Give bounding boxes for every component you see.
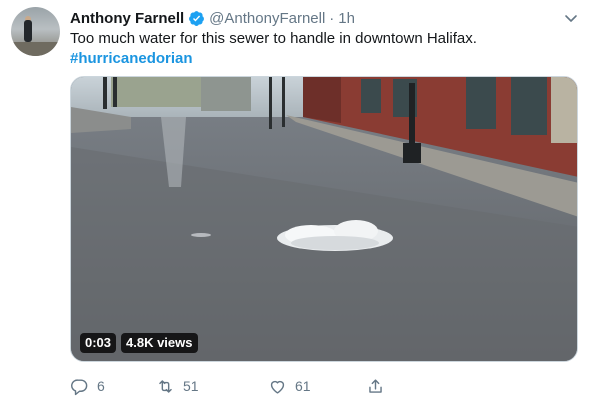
tweet-actions: 6 51 61 [70, 375, 400, 397]
video-duration-badge: 0:03 [80, 333, 117, 353]
heart-icon [270, 380, 285, 394]
share-icon [369, 378, 382, 393]
verified-badge-icon [188, 10, 205, 27]
chevron-down-icon[interactable] [563, 10, 579, 26]
like-count: 61 [295, 378, 311, 394]
tweet-card[interactable]: Anthony Farnell @AnthonyFarnell · 1h Too… [0, 0, 591, 404]
video-views-badge: 4.8K views [121, 333, 198, 353]
reply-icon [71, 378, 88, 395]
retweet-icon [159, 379, 172, 393]
author-display-name[interactable]: Anthony Farnell [70, 10, 184, 27]
retweet-count: 51 [183, 378, 199, 394]
reply-button[interactable]: 6 [70, 375, 105, 397]
reply-count: 6 [97, 378, 105, 394]
hashtag-link[interactable]: #hurricanedorian [70, 49, 570, 69]
share-button[interactable] [366, 375, 385, 397]
video-player[interactable]: 0:03 4.8K views [70, 76, 578, 362]
tweet-text: Too much water for this sewer to handle … [70, 29, 570, 69]
tweet-timestamp[interactable]: 1h [338, 10, 355, 27]
tweet-body: Too much water for this sewer to handle … [70, 30, 477, 47]
retweet-button[interactable]: 51 [156, 375, 199, 397]
separator-dot: · [329, 9, 335, 27]
video-frame [71, 77, 577, 361]
author-handle[interactable]: @AnthonyFarnell [209, 10, 325, 27]
tweet-header: Anthony Farnell @AnthonyFarnell · 1h [70, 8, 355, 28]
like-button[interactable]: 61 [268, 375, 311, 397]
avatar[interactable] [11, 7, 60, 56]
